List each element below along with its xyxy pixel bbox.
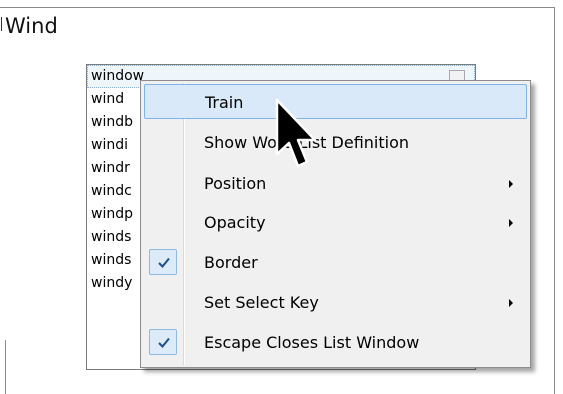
menu-item-opacity[interactable]: Opacity [144, 205, 527, 240]
menu-item-label: Border [204, 253, 258, 272]
menu-item-position[interactable]: Position [144, 166, 527, 201]
title-edge-mark [1, 17, 2, 31]
arrow-cursor-icon [275, 98, 317, 168]
menu-item-label: Escape Closes List Window [204, 333, 420, 352]
checkmark-icon [149, 249, 177, 275]
menu-item-label: Opacity [204, 213, 266, 232]
screenshot-canvas: Wind window wind windb windi windr windc… [0, 0, 563, 394]
checkmark-icon [149, 329, 177, 355]
menu-item-escape-closes-list-window[interactable]: Escape Closes List Window [144, 325, 527, 360]
context-menu: Train Show Word List Definition Position… [140, 80, 531, 368]
triangle-right-icon [509, 219, 513, 227]
menu-item-train[interactable]: Train [144, 84, 527, 119]
menu-item-label: Set Select Key [204, 293, 319, 312]
panel-border-right [554, 7, 555, 394]
window-title: Wind [5, 14, 58, 38]
menu-item-label: Train [205, 93, 244, 112]
panel-border-left [5, 340, 6, 394]
triangle-right-icon [509, 299, 513, 307]
menu-item-label: Position [204, 174, 267, 193]
panel-border-top [0, 7, 554, 8]
menu-item-show-word-list-definition[interactable]: Show Word List Definition [144, 125, 527, 160]
triangle-right-icon [509, 180, 513, 188]
menu-item-set-select-key[interactable]: Set Select Key [144, 285, 527, 320]
menu-item-border[interactable]: Border [144, 245, 527, 280]
